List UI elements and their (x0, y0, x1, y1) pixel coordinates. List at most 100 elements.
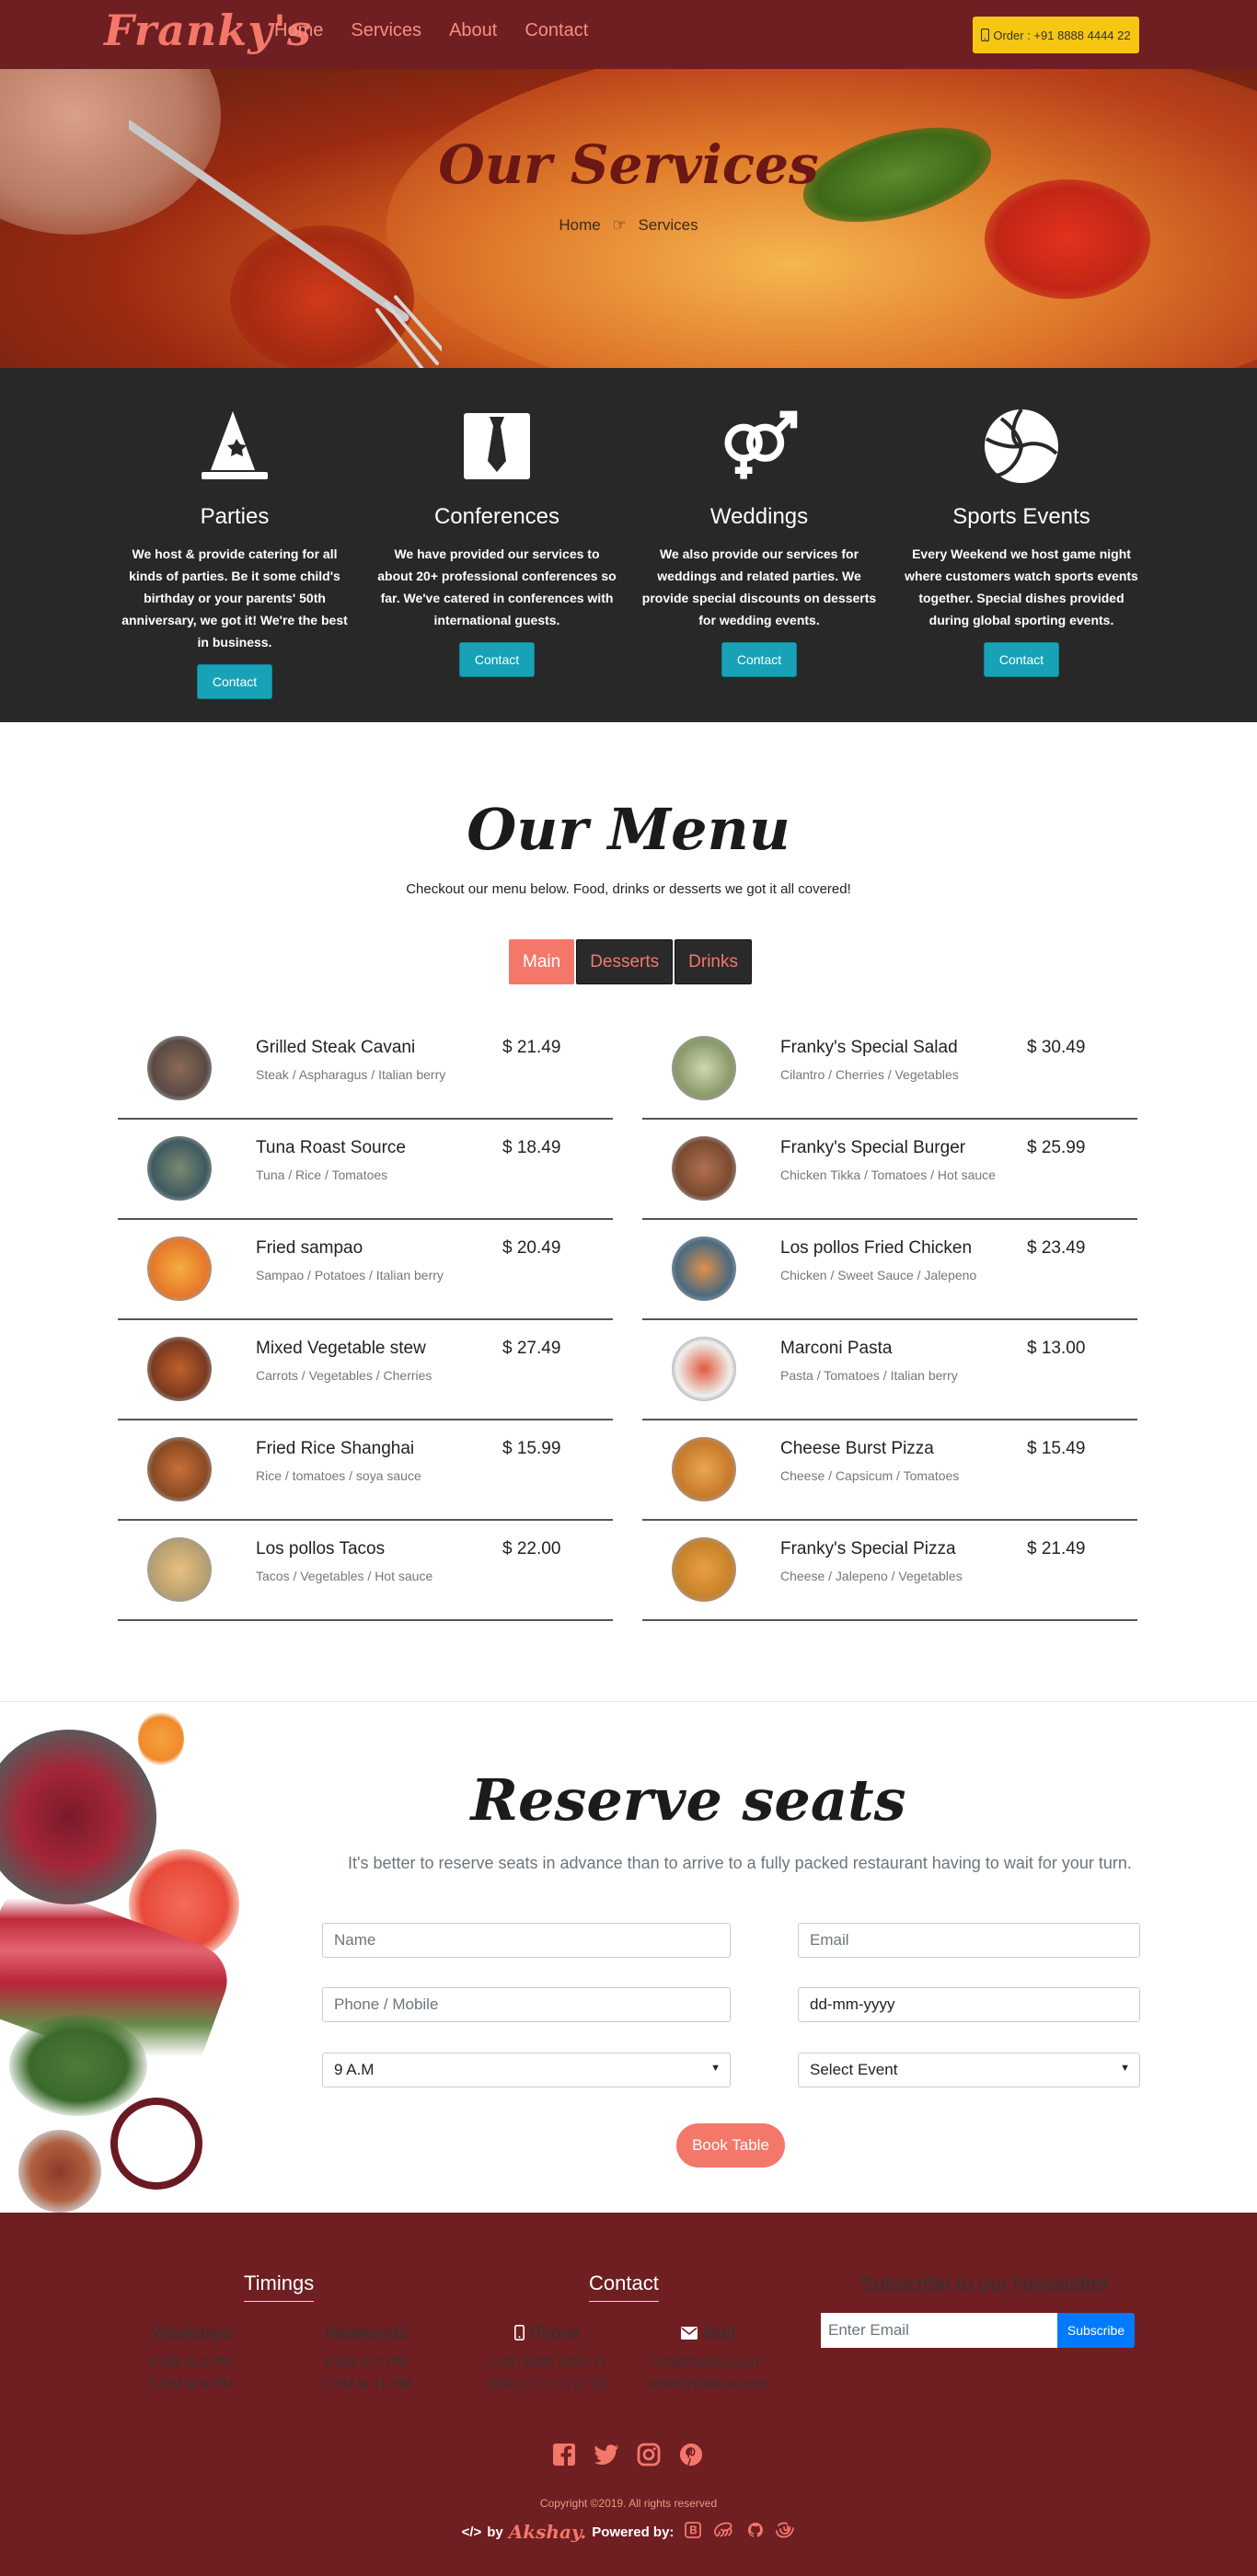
menu-item-name: Fried Rice Shanghai (256, 1439, 415, 1458)
book-table-button[interactable]: Book Table (676, 2123, 785, 2168)
twitter-icon[interactable] (594, 2443, 618, 2467)
menu-item[interactable]: Franky's Special Burger Chicken Tikka / T… (642, 1120, 1137, 1220)
menu-item[interactable]: Fried sampao Sampao / Potatoes / Italian … (118, 1220, 613, 1320)
sass-icon[interactable] (712, 2522, 736, 2542)
subscribe-button[interactable]: Subscribe (1057, 2313, 1135, 2348)
menu-tabs: Main Desserts Drinks (509, 939, 752, 984)
reserve-title: Reserve seats (470, 1766, 906, 1834)
date-input[interactable]: dd-mm-yyyy (798, 1987, 1140, 2022)
menu-item[interactable]: Grilled Steak Cavani Steak / Aspharagus /… (118, 1019, 613, 1120)
menu-item[interactable]: Tuna Roast Source Tuna / Rice / Tomatoes $… (118, 1120, 613, 1220)
nav-link-services[interactable]: Services (351, 20, 421, 41)
newsletter-email-input[interactable]: Enter Email (821, 2313, 1057, 2348)
menu-item-ingredients: Chicken Tikka / Tomatoes / Hot sauce (780, 1167, 996, 1182)
service-card-conferences: Conferences We have provided our service… (377, 405, 617, 677)
breadcrumb-current: Services (638, 216, 698, 234)
menu-item-ingredients: Cheese / Jalepeno / Vegetables (780, 1569, 963, 1583)
menu-subtitle: Checkout our menu below. Food, drinks or… (406, 881, 851, 897)
service-title: Parties (200, 504, 270, 529)
menu-item[interactable]: Cheese Burst Pizza Cheese / Capsicum / To… (642, 1420, 1137, 1521)
time-select[interactable]: 9 A.M ▼ (322, 2053, 731, 2087)
tab-desserts[interactable]: Desserts (576, 939, 674, 984)
facebook-icon[interactable] (552, 2443, 576, 2467)
pinterest-icon[interactable] (679, 2443, 703, 2467)
menu-item-price: $ 22.00 (502, 1539, 561, 1558)
instagram-icon[interactable] (637, 2443, 661, 2467)
food-image (147, 1337, 212, 1401)
nav-link-home[interactable]: Home (274, 20, 323, 41)
css-waves-icon[interactable] (775, 2522, 795, 2542)
menu-item-name: Los pollos Tacos (256, 1539, 386, 1558)
menu-item-price: $ 15.99 (502, 1439, 561, 1458)
menu-item-name: Franky's Special Burger (780, 1138, 966, 1157)
service-title: Sports Events (952, 504, 1090, 529)
menu-item[interactable]: Marconi Pasta Pasta / Tomatoes / Italian … (642, 1320, 1137, 1420)
credit-author[interactable]: Akshay. (509, 2521, 586, 2543)
event-select[interactable]: Select Event ▼ (798, 2053, 1140, 2087)
nav-link-contact[interactable]: Contact (525, 20, 588, 41)
menu-item-price: $ 27.49 (502, 1339, 561, 1358)
food-image (672, 1136, 736, 1201)
menu-item-name: Franky's Special Salad (780, 1038, 958, 1057)
breadcrumb: Home ☞ Services (0, 216, 1257, 235)
menu-item-price: $ 13.00 (1027, 1339, 1086, 1358)
menu-item-price: $ 30.49 (1027, 1038, 1086, 1057)
menu-item[interactable]: Mixed Vegetable stew Carrots / Vegetables… (118, 1320, 613, 1420)
menu-item[interactable]: Franky's Special Pizza Cheese / Jalepeno … (642, 1521, 1137, 1621)
menu-item-name: Fried sampao (256, 1238, 363, 1258)
menu-item-price: $ 21.49 (502, 1038, 561, 1057)
service-description: We also provide our services for wedding… (641, 546, 877, 627)
mail-label-group: Mail (634, 2324, 781, 2344)
email-input[interactable]: Email (798, 1923, 1140, 1958)
mail-address-1[interactable]: info@frankys.com (625, 2354, 790, 2370)
mail-address-2[interactable]: order@frankys.com (625, 2376, 790, 2392)
menu-title: Our Menu (467, 796, 790, 863)
name-input[interactable]: Name (322, 1923, 731, 1958)
tie-icon (456, 405, 538, 488)
tab-main[interactable]: Main (509, 939, 575, 984)
tab-drinks[interactable]: Drinks (675, 939, 752, 984)
nav-link-about[interactable]: About (449, 20, 497, 41)
chevron-down-icon: ▼ (1120, 2063, 1130, 2074)
bootstrap-icon[interactable] (685, 2522, 702, 2542)
food-image (147, 1136, 212, 1201)
section-divider (0, 1701, 1257, 1702)
social-links (552, 2443, 703, 2467)
menu-item[interactable]: Los pollos Fried Chicken Chicken / Sweet … (642, 1220, 1137, 1320)
phone-number-1[interactable]: (+91) 8484 2424 11 (465, 2354, 630, 2370)
breadcrumb-home[interactable]: Home (559, 216, 600, 234)
phone-number-2[interactable]: (+91) 7272 2727 22 (465, 2376, 630, 2392)
service-description: We host & provide catering for all kinds… (121, 546, 348, 650)
menu-item[interactable]: Fried Rice Shanghai Rice / tomatoes / soy… (118, 1420, 613, 1521)
order-label: Order : +91 8888 4444 22 (993, 28, 1131, 42)
menu-item-price: $ 20.49 (502, 1238, 561, 1258)
date-value: dd-mm-yyyy (810, 1995, 895, 2013)
menu-item-ingredients: Pasta / Tomatoes / Italian berry (780, 1368, 958, 1383)
weekends-label: Weekends (325, 2324, 408, 2343)
service-card-sports-events: Sports Events Every Weekend we host game… (902, 405, 1141, 677)
contact-button[interactable]: Contact (721, 642, 798, 677)
menu-item-name: Grilled Steak Cavani (256, 1038, 416, 1057)
menu-item-name: Mixed Vegetable stew (256, 1339, 426, 1358)
phone-input[interactable]: Phone / Mobile (322, 1987, 731, 2022)
menu-item[interactable]: Franky's Special Salad Cilantro / Cherrie… (642, 1019, 1137, 1120)
contact-button[interactable]: Contact (196, 664, 273, 699)
weekdays-hours-2: 5 PM to 9 PM (149, 2376, 234, 2392)
menu-item[interactable]: Los pollos Tacos Tacos / Vegetables / Hot… (118, 1521, 613, 1621)
menu-item-ingredients: Cilantro / Cherries / Vegetables (780, 1067, 959, 1082)
service-description: Every Weekend we host game night where c… (905, 546, 1138, 627)
contact-button[interactable]: Contact (458, 642, 536, 677)
services-section: Parties We host & provide catering for a… (0, 368, 1257, 722)
menu-item-name: Tuna Roast Source (256, 1138, 406, 1157)
contact-button[interactable]: Contact (983, 642, 1060, 677)
service-title: Conferences (433, 504, 560, 529)
copyright-text: Copyright ©2019. All rights reserved (539, 2497, 718, 2510)
volleyball-icon (980, 405, 1063, 488)
github-icon[interactable] (747, 2522, 764, 2542)
order-button[interactable]: Order : +91 8888 4444 22 (973, 17, 1139, 53)
envelope-icon (680, 2327, 698, 2340)
code-icon: </> (461, 2524, 482, 2540)
venus-mars-icon (718, 405, 801, 488)
menu-item-ingredients: Tacos / Vegetables / Hot sauce (256, 1569, 433, 1583)
nav-links: Home Services About Contact (274, 20, 588, 41)
